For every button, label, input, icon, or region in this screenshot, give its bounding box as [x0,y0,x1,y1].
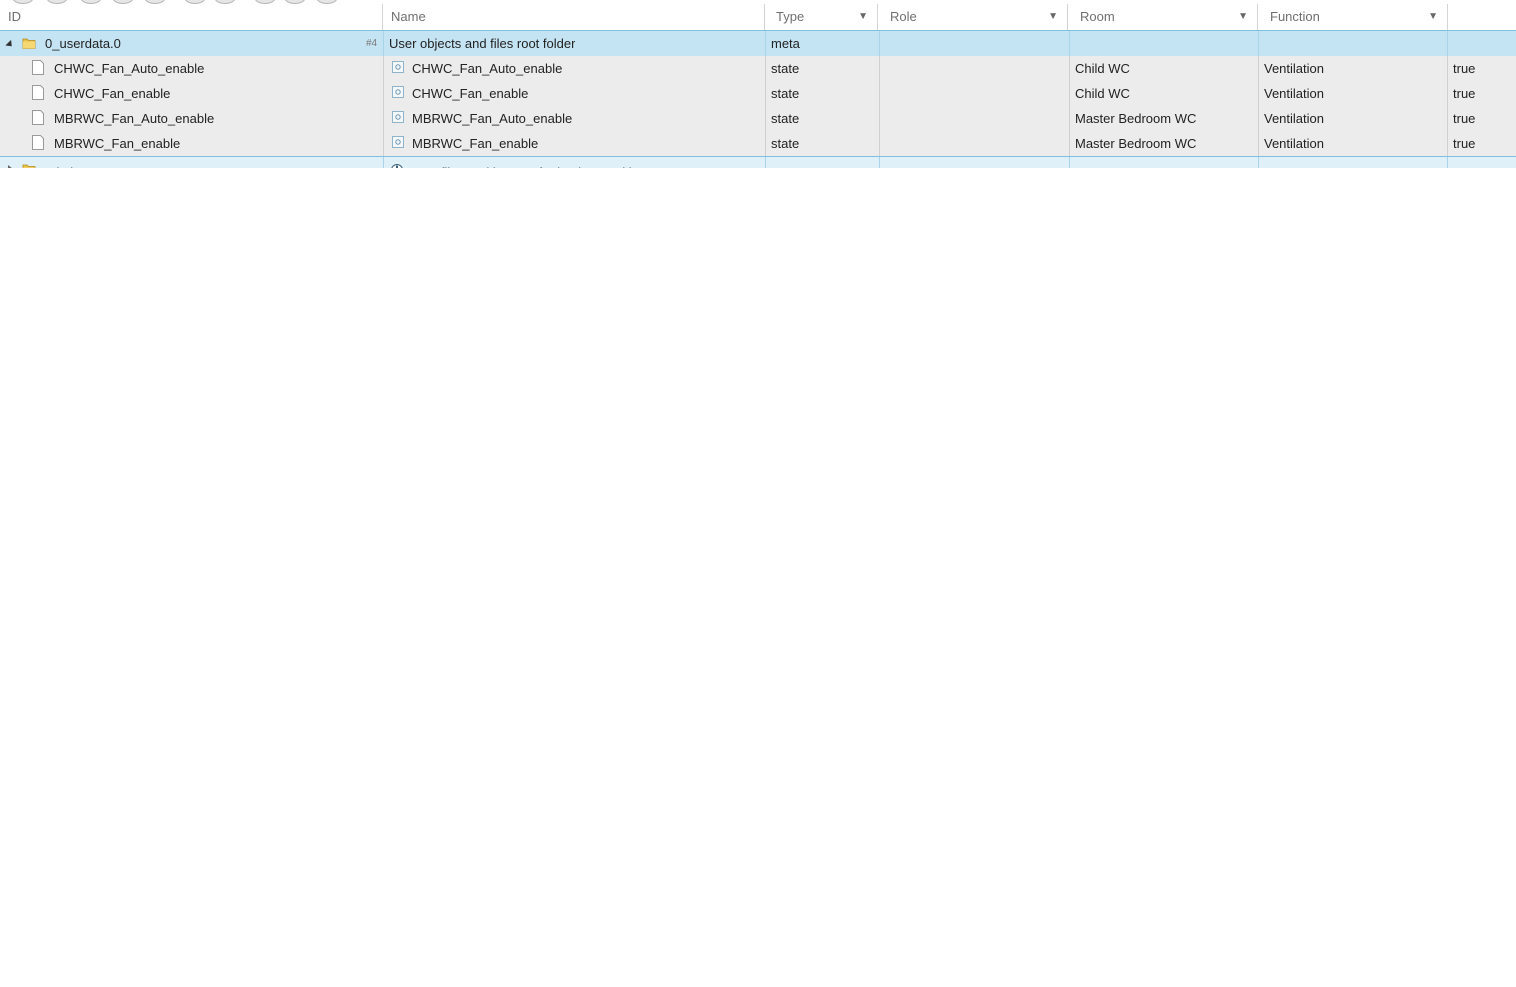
row-id: 0_userdata.0 [45,31,121,56]
file-icon [32,110,44,125]
row-type: state [771,106,799,131]
row-id: admin.0 [45,160,91,168]
tree-row-folder[interactable]: 0_userdata.0 #4 User objects and files r… [0,30,1516,57]
state-icon [392,86,404,98]
state-icon [392,61,404,73]
row-value[interactable]: true [1453,81,1475,106]
row-name: CHWC_Fan_enable [412,81,528,106]
row-name: user files and images for background ima… [412,160,664,168]
tree-row-state[interactable]: CHWC_Fan_Auto_enable CHWC_Fan_Auto_enabl… [0,56,1516,82]
row-name: CHWC_Fan_Auto_enable [412,56,562,81]
row-function: Ventilation [1264,131,1324,156]
file-icon [32,60,44,75]
row-type: meta [771,31,800,56]
filter-dropdown-icon[interactable]: ▼ [1048,4,1058,30]
column-header-id-label: ID [8,9,21,24]
row-value[interactable]: true [1453,56,1475,81]
row-name: MBRWC_Fan_Auto_enable [412,106,572,131]
file-icon [32,85,44,100]
tree-row-state[interactable]: MBRWC_Fan_Auto_enable MBRWC_Fan_Auto_ena… [0,106,1516,132]
column-header-type[interactable]: Type ▼ [765,4,878,30]
filter-dropdown-icon[interactable]: ▼ [858,4,868,30]
collapse-arrow-icon[interactable] [5,40,14,49]
column-header-name-label: Name [391,9,426,24]
row-id: MBRWC_Fan_enable [54,131,180,156]
row-id: CHWC_Fan_Auto_enable [54,56,204,81]
column-header-function[interactable]: Function ▼ [1258,4,1448,30]
row-room: Master Bedroom WC [1075,106,1196,131]
row-room: Child WC [1075,56,1130,81]
row-type: meta [771,160,800,168]
row-function: Ventilation [1264,106,1324,131]
row-id: MBRWC_Fan_Auto_enable [54,106,214,131]
filter-dropdown-icon[interactable]: ▼ [1238,4,1248,30]
row-type: state [771,56,799,81]
grid-header: ID Name Type ▼ Role ▼ Room ▼ Function ▼ [0,4,1516,31]
column-header-type-label: Type [776,9,804,24]
tree-row-state[interactable]: CHWC_Fan_enable CHWC_Fan_enable state Ch… [0,81,1516,107]
row-id: CHWC_Fan_enable [54,81,170,106]
column-header-room[interactable]: Room ▼ [1068,4,1258,30]
column-header-function-label: Function [1270,9,1320,24]
file-icon [32,135,44,150]
admin-icon [391,164,403,168]
row-name: User objects and files root folder [389,31,575,56]
row-type: state [771,131,799,156]
state-icon [392,111,404,123]
child-count-badge: #7 [366,160,377,168]
column-header-role-label: Role [890,9,917,24]
column-header-id[interactable]: ID [0,4,383,30]
objects-tree-grid: ID Name Type ▼ Role ▼ Room ▼ Function ▼ … [0,4,1516,168]
row-function: Ventilation [1264,56,1324,81]
row-function: Ventilation [1264,81,1324,106]
folder-icon [22,36,36,50]
row-value[interactable]: true [1453,131,1475,156]
row-type: state [771,81,799,106]
column-header-role[interactable]: Role ▼ [878,4,1068,30]
row-room: Child WC [1075,81,1130,106]
column-header-name[interactable]: Name [383,4,765,30]
row-value[interactable]: true [1453,106,1475,131]
tree-row-folder[interactable]: admin.0 #7 user files and images for bac… [0,156,1516,168]
row-room: Master Bedroom WC [1075,131,1196,156]
tree-row-state[interactable]: MBRWC_Fan_enable MBRWC_Fan_enable state … [0,131,1516,157]
child-count-badge: #4 [366,31,377,56]
column-header-value[interactable] [1448,4,1516,30]
row-name: MBRWC_Fan_enable [412,131,538,156]
state-icon [392,136,404,148]
folder-icon [22,162,36,168]
expand-arrow-icon[interactable] [8,165,13,168]
filter-dropdown-icon[interactable]: ▼ [1428,4,1438,30]
column-header-room-label: Room [1080,9,1115,24]
